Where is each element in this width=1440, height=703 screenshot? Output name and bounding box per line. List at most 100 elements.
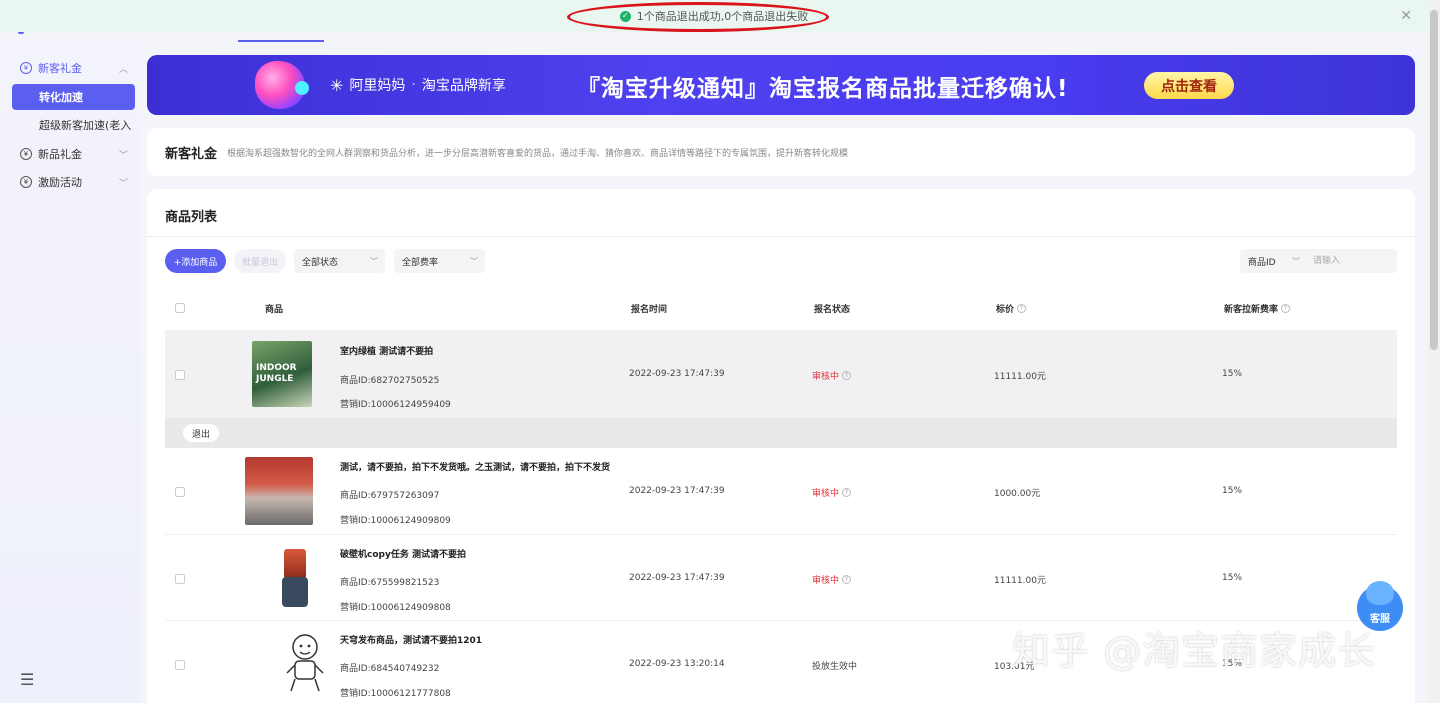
mascot-icon — [1366, 581, 1394, 605]
rate-filter-value: 全部费率 — [402, 257, 439, 268]
chevron-down-icon: ﹀ — [370, 256, 378, 266]
row-checkbox[interactable] — [175, 487, 185, 497]
sidebar-subitem-conversion-boost[interactable]: 转化加速 — [12, 84, 135, 110]
notification-message: ✓ 1个商品退出成功,0个商品退出失败 — [619, 8, 809, 24]
help-icon[interactable]: ? — [842, 488, 852, 497]
table-header: 商品 报名时间 报名状态 标价? 新客拉新费率? — [165, 285, 1397, 331]
sidebar-item-incentive[interactable]: ¥ 激励活动 ﹀ — [0, 168, 140, 196]
sidebar: ¥ 新客礼金 ︿ 转化加速 超级新客加速(老入 ¥ 新品礼金 ﹀ ¥ 激励活动 … — [0, 44, 140, 703]
chevron-down-icon: ﹀ — [118, 150, 128, 161]
banner-brand-name: 阿里妈妈 — [349, 78, 406, 94]
row-checkbox[interactable] — [175, 574, 185, 584]
rate: 15% — [1222, 573, 1243, 583]
column-header-rate: 新客拉新费率? — [1224, 302, 1291, 315]
search-field-value: 商品ID — [1248, 257, 1276, 268]
rate: 15% — [1222, 369, 1243, 379]
table-row[interactable]: 测试，请不要拍，拍下不发货哦。之玉测试，请不要拍，拍下不发货 商品ID:6797… — [165, 448, 1397, 535]
rate-filter-select[interactable]: 全部费率 ﹀ — [394, 249, 485, 273]
banner-headline: 『淘宝升级通知』淘宝报名商品批量迁移确认! — [577, 76, 1069, 102]
close-icon[interactable]: ✕ — [1400, 8, 1412, 24]
section-title: 商品列表 — [165, 210, 218, 225]
sidebar-item-label: 激励活动 — [38, 176, 82, 189]
divider — [147, 236, 1415, 237]
help-icon[interactable]: ? — [1281, 304, 1291, 313]
product-name: 测试，请不要拍，拍下不发货哦。之玉测试，请不要拍，拍下不发货 — [340, 463, 611, 473]
select-all-checkbox[interactable] — [175, 303, 185, 313]
coin-icon: ¥ — [20, 148, 32, 160]
product-thumbnail: INDOOR JUNGLE — [252, 341, 312, 407]
active-tab-underline — [238, 40, 324, 42]
signup-status: 投放生效中 — [812, 662, 858, 672]
help-icon[interactable]: ? — [842, 371, 852, 380]
quit-button[interactable]: 退出 — [183, 424, 219, 442]
notification-text: 1个商品退出成功,0个商品退出失败 — [636, 10, 809, 23]
product-id: 商品ID:675599821523 — [340, 578, 440, 588]
search-input[interactable] — [1307, 249, 1397, 273]
sidebar-item-new-customer-gift[interactable]: ¥ 新客礼金 ︿ — [0, 54, 140, 82]
signup-status: 审核中? — [812, 486, 852, 499]
status-filter-select[interactable]: 全部状态 ﹀ — [294, 249, 385, 273]
product-name: 天穹发布商品，测试请不要拍1201 — [340, 636, 483, 646]
signup-time: 2022-09-23 17:47:39 — [629, 369, 725, 379]
marketing-id: 营销ID:10006124909808 — [340, 603, 451, 613]
sidebar-item-label: 新品礼金 — [38, 148, 82, 161]
row-checkbox[interactable] — [175, 660, 185, 670]
product-thumbnail — [285, 631, 325, 695]
chevron-up-icon: ︿ — [118, 64, 128, 75]
banner-brand: ✳ 阿里妈妈 · 淘宝品牌新享 — [330, 75, 506, 95]
scrollbar-thumb[interactable] — [1430, 10, 1438, 350]
success-check-icon: ✓ — [619, 10, 631, 22]
rate: 15% — [1222, 486, 1243, 496]
intro-card: 新客礼金 根据淘系超强数智化的全网人群洞察和货品分析，进一步分层高潜新客喜爱的货… — [147, 128, 1415, 176]
table-row[interactable]: 破壁机copy任务 测试请不要拍 商品ID:675599821523 营销ID:… — [165, 535, 1397, 621]
table-row[interactable]: INDOOR JUNGLE 室内绿植 测试请不要拍 商品ID:682702750… — [165, 331, 1397, 418]
marketing-id: 营销ID:10006124909809 — [340, 516, 451, 526]
product-thumbnail — [245, 457, 313, 525]
sidebar-item-new-product-gift[interactable]: ¥ 新品礼金 ﹀ — [0, 140, 140, 168]
product-id: 商品ID:684540749232 — [340, 664, 440, 674]
banner-bubble-graphic — [295, 81, 309, 95]
notification-bar: ✓ 1个商品退出成功,0个商品退出失败 ✕ — [0, 0, 1428, 32]
banner-cta-button[interactable]: 点击查看 — [1144, 72, 1234, 99]
banner-sub-brand: 淘宝品牌新享 — [421, 78, 506, 94]
signup-time: 2022-09-23 17:47:39 — [629, 573, 725, 583]
chevron-down-icon: ﹀ — [118, 178, 128, 189]
help-icon[interactable]: ? — [842, 575, 852, 584]
status-filter-value: 全部状态 — [302, 257, 339, 268]
marketing-id: 营销ID:10006121777808 — [340, 689, 451, 699]
row-action-bar: 退出 — [165, 418, 1397, 448]
batch-quit-button[interactable]: 批量退出 — [234, 249, 286, 273]
chevron-down-icon: ﹀ — [470, 256, 478, 266]
price: 11111.00元 — [994, 576, 1046, 586]
alimama-logo-icon: ✳ — [330, 75, 344, 95]
column-header-status: 报名状态 — [814, 305, 851, 315]
product-id: 商品ID:679757263097 — [340, 491, 440, 501]
add-product-button[interactable]: +添加商品 — [165, 249, 226, 273]
banner-separator: · — [411, 77, 416, 93]
search-field-select[interactable]: 商品ID ﹀ — [1240, 249, 1307, 273]
sidebar-item-label: 新客礼金 — [38, 62, 82, 75]
column-header-price: 标价? — [996, 302, 1027, 315]
signup-time: 2022-09-23 17:47:39 — [629, 486, 725, 496]
chevron-down-icon: ﹀ — [1292, 256, 1300, 266]
price: 1000.00元 — [994, 489, 1041, 499]
signup-status: 审核中? — [812, 573, 852, 586]
cartoon-figure-graphic — [286, 634, 324, 692]
watermark: 知乎 @淘宝商家成长 — [1012, 629, 1377, 673]
coin-icon: ¥ — [20, 176, 32, 188]
menu-icon[interactable]: ☰ — [20, 670, 34, 689]
product-name: 破壁机copy任务 测试请不要拍 — [340, 550, 466, 560]
intro-description: 根据淘系超强数智化的全网人群洞察和货品分析，进一步分层高潜新客喜爱的货品，通过手… — [227, 148, 849, 159]
sidebar-subitem-super-new-customer[interactable]: 超级新客加速(老入 — [12, 112, 134, 138]
help-icon[interactable]: ? — [1017, 304, 1027, 313]
product-thumbnail — [280, 549, 310, 609]
intro-title: 新客礼金 — [165, 146, 218, 162]
page-scrollbar[interactable] — [1428, 0, 1440, 703]
promo-banner[interactable]: ✳ 阿里妈妈 · 淘宝品牌新享 『淘宝升级通知』淘宝报名商品批量迁移确认! 点击… — [147, 55, 1415, 115]
price: 11111.00元 — [994, 372, 1046, 382]
column-header-product: 商品 — [265, 305, 284, 315]
row-checkbox[interactable] — [175, 370, 185, 380]
signup-status: 审核中? — [812, 369, 852, 382]
product-name: 室内绿植 测试请不要拍 — [340, 347, 434, 357]
product-id: 商品ID:682702750525 — [340, 376, 440, 386]
